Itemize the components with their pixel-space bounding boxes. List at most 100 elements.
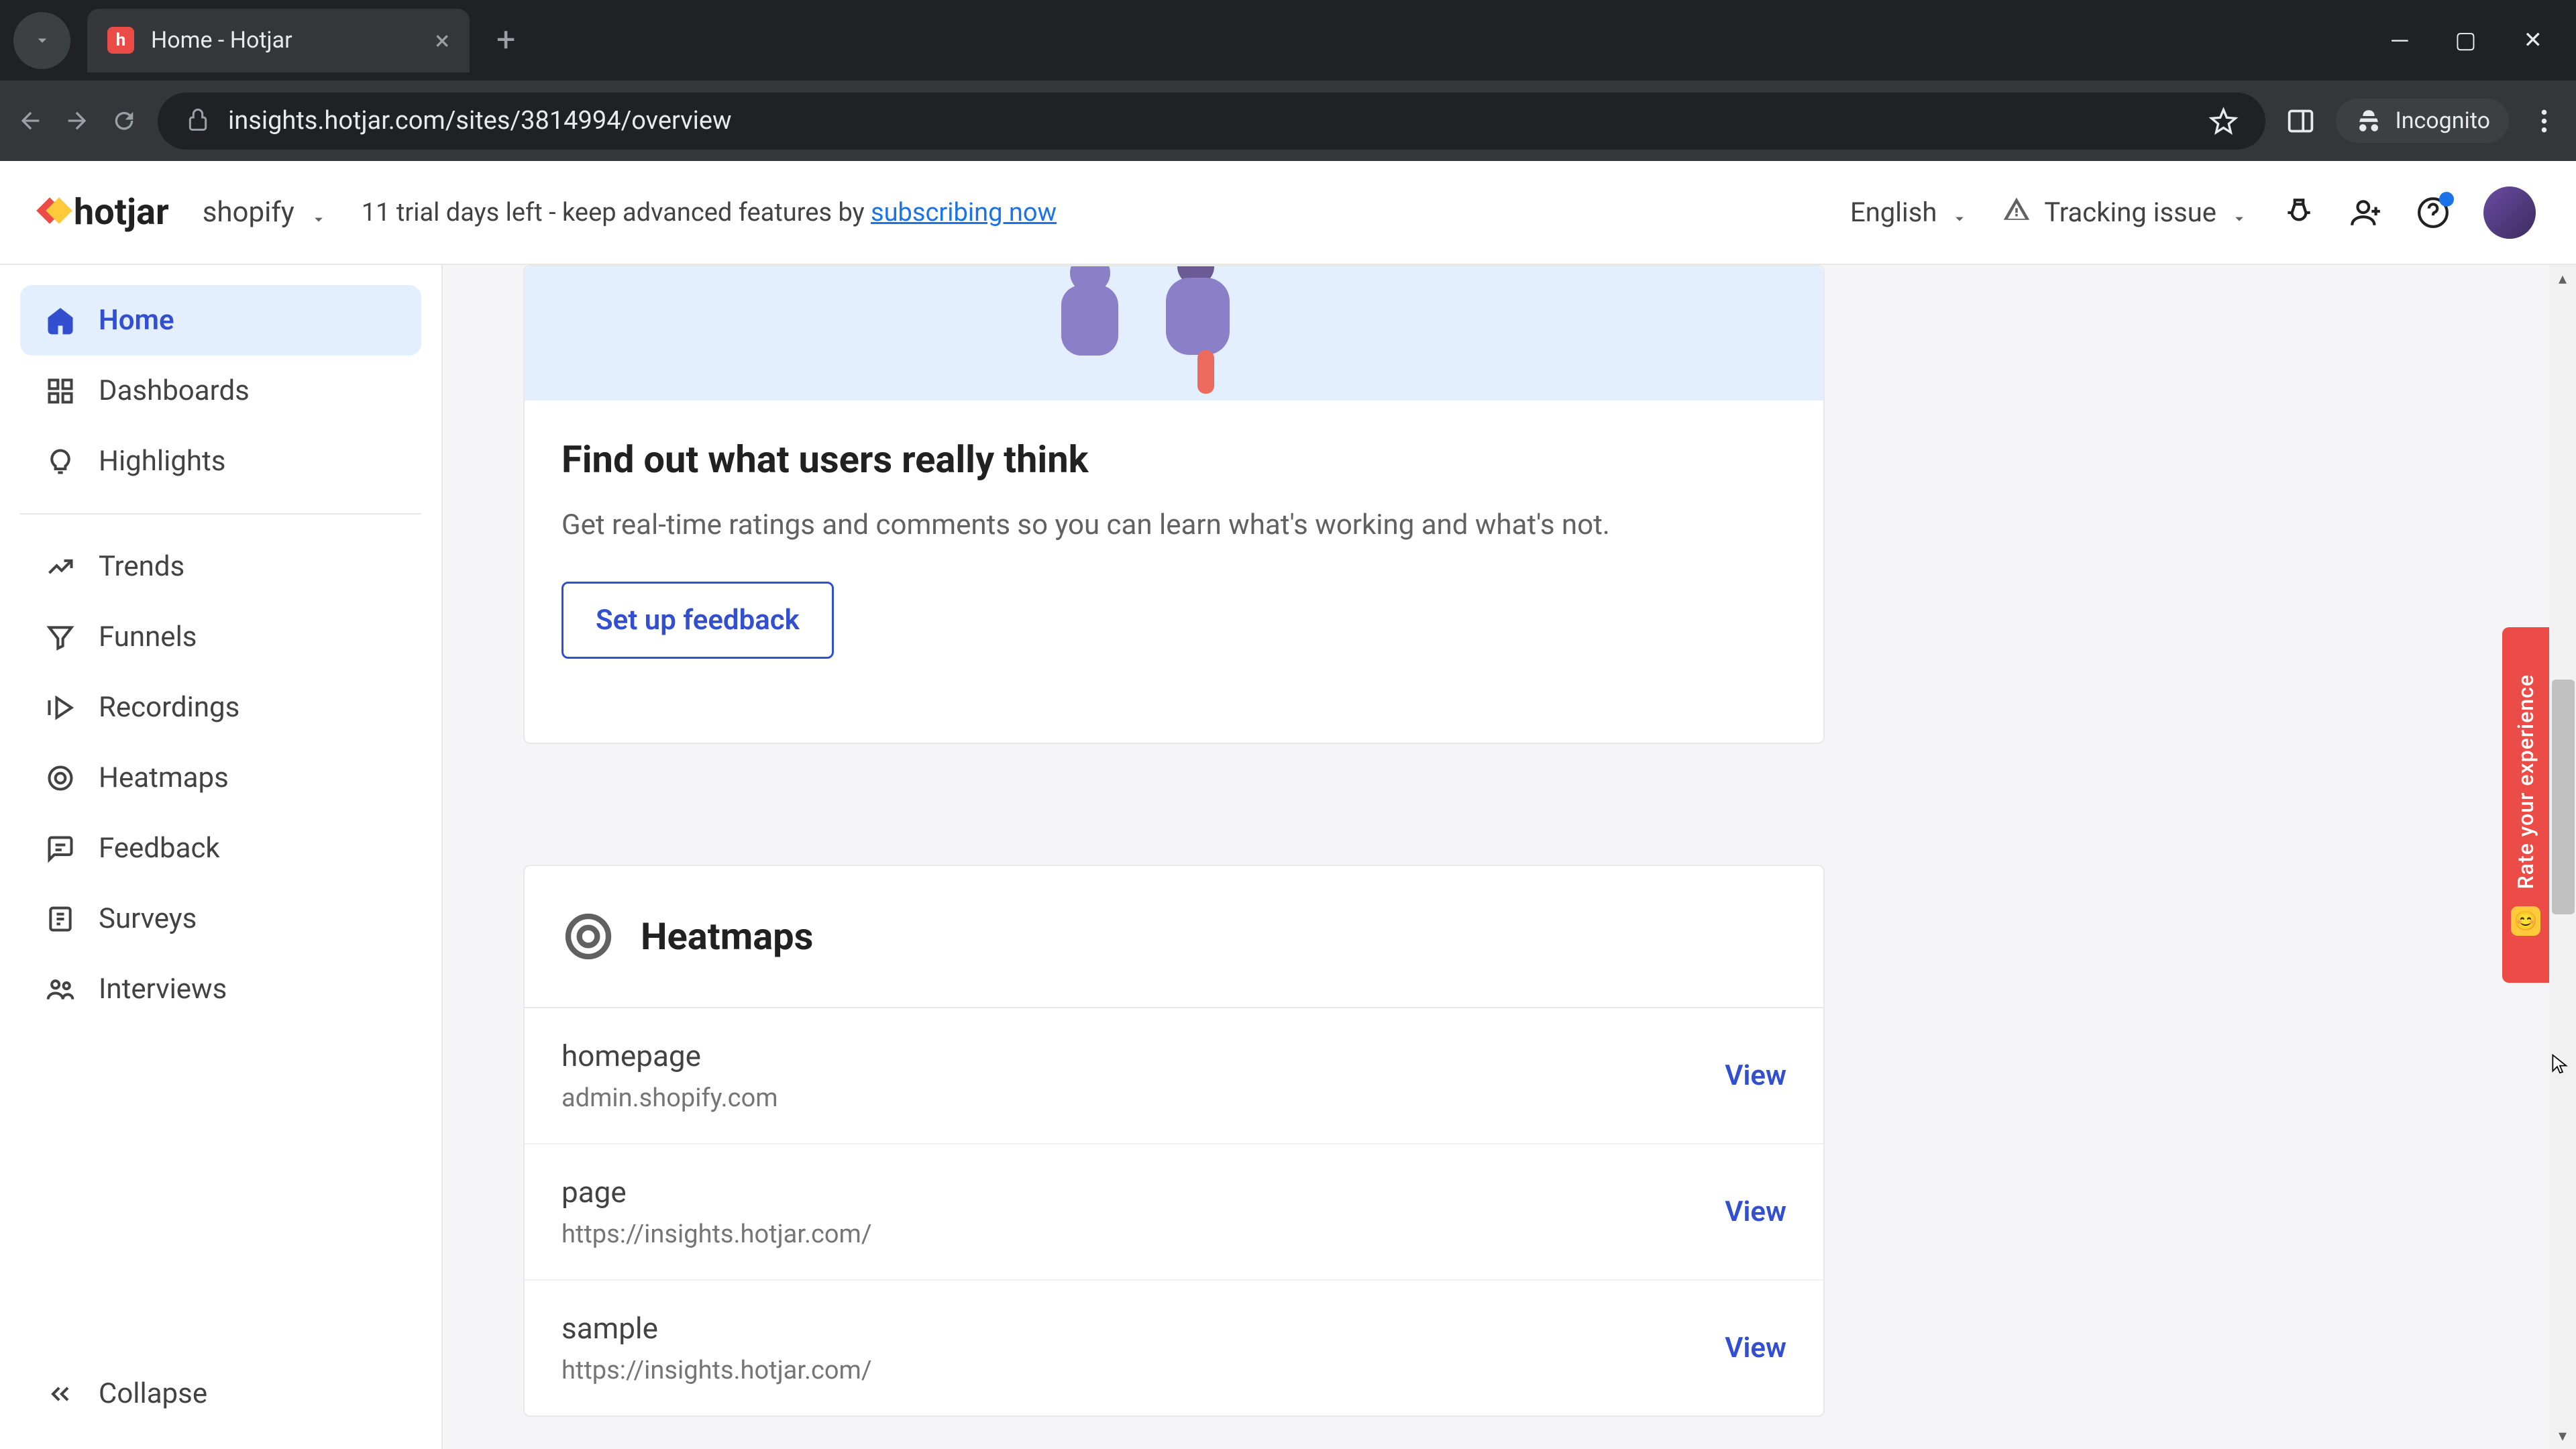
close-tab-icon[interactable]: ×	[435, 25, 449, 56]
app-root: hotjar shopify 11 trial days left - keep…	[0, 161, 2576, 1449]
sidebar-item-label: Interviews	[99, 973, 227, 1006]
browser-menu-icon[interactable]	[2529, 106, 2559, 136]
sidebar-item-label: Trends	[99, 550, 184, 583]
subscribe-link[interactable]: subscribing now	[871, 198, 1057, 227]
rate-experience-tab[interactable]: Rate your experience 😊	[2502, 627, 2549, 983]
back-button[interactable]	[17, 107, 44, 134]
heatmap-row: page https://insights.hotjar.com/ View	[525, 1144, 1823, 1281]
dashboard-icon	[46, 376, 75, 406]
chevron-down-icon	[309, 203, 328, 222]
emoji-icon: 😊	[2511, 906, 2540, 936]
heatmap-row: homepage admin.shopify.com View	[525, 1008, 1823, 1144]
browser-titlebar: h Home - Hotjar × + ─ ▢ ✕	[0, 0, 2576, 80]
side-panel-icon[interactable]	[2286, 106, 2316, 136]
avatar[interactable]	[2483, 186, 2536, 239]
trends-icon	[46, 552, 75, 582]
sidebar: Home Dashboards Highlights Trends Funnel…	[0, 265, 443, 1449]
heatmap-url: admin.shopify.com	[561, 1083, 778, 1113]
view-heatmap-link[interactable]: View	[1725, 1195, 1786, 1228]
view-heatmap-link[interactable]: View	[1725, 1332, 1786, 1364]
sidebar-item-label: Home	[99, 304, 174, 337]
logo[interactable]: hotjar	[40, 191, 169, 233]
sidebar-item-label: Heatmaps	[99, 761, 229, 794]
heatmap-url: https://insights.hotjar.com/	[561, 1356, 872, 1385]
heatmap-name: sample	[561, 1311, 872, 1346]
chevron-down-icon	[1950, 203, 1969, 222]
scrollbar-thumb[interactable]	[2552, 680, 2575, 914]
trial-text: 11 trial days left - keep advanced featu…	[362, 198, 871, 227]
heatmaps-icon	[46, 763, 75, 793]
feedback-subtitle: Get real-time ratings and comments so yo…	[561, 508, 1786, 541]
lightbulb-icon	[46, 447, 75, 476]
heatmap-name: homepage	[561, 1038, 778, 1073]
funnel-icon	[46, 623, 75, 652]
integrations-icon[interactable]	[2282, 196, 2316, 229]
sidebar-item-dashboards[interactable]: Dashboards	[20, 356, 421, 426]
forward-button[interactable]	[64, 107, 91, 134]
home-icon	[46, 306, 75, 335]
feedback-card: Find out what users really think Get rea…	[523, 265, 1825, 744]
chevron-down-icon	[2230, 203, 2249, 222]
bookmark-icon[interactable]	[2208, 106, 2239, 136]
app-topbar: hotjar shopify 11 trial days left - keep…	[0, 161, 2576, 265]
sidebar-item-recordings[interactable]: Recordings	[20, 672, 421, 743]
language-selector[interactable]: English	[1850, 197, 1969, 228]
site-settings-icon[interactable]	[184, 107, 211, 134]
tab-search-dropdown[interactable]	[13, 12, 70, 69]
sidebar-item-funnels[interactable]: Funnels	[20, 602, 421, 672]
trial-banner: 11 trial days left - keep advanced featu…	[362, 198, 1057, 227]
recordings-icon	[46, 693, 75, 722]
window-controls: ─ ▢ ✕	[2392, 27, 2576, 54]
tab-title: Home - Hotjar	[151, 27, 292, 54]
close-window-icon[interactable]: ✕	[2524, 27, 2543, 54]
heatmaps-card: Heatmaps homepage admin.shopify.com View…	[523, 865, 1825, 1417]
sidebar-item-trends[interactable]: Trends	[20, 531, 421, 602]
scrollbar[interactable]: ▴ ▾	[2549, 265, 2576, 1449]
sidebar-item-heatmaps[interactable]: Heatmaps	[20, 743, 421, 813]
heatmaps-icon	[561, 910, 615, 963]
logo-text: hotjar	[74, 191, 169, 233]
reload-button[interactable]	[111, 107, 138, 134]
setup-feedback-button[interactable]: Set up feedback	[561, 582, 834, 659]
rate-experience-label: Rate your experience	[2513, 674, 2538, 889]
feedback-icon	[46, 834, 75, 863]
scroll-up-icon[interactable]: ▴	[2549, 265, 2576, 292]
url-field[interactable]: insights.hotjar.com/sites/3814994/overvi…	[158, 93, 2265, 150]
new-tab-button[interactable]: +	[496, 21, 515, 60]
favicon-icon: h	[107, 27, 134, 54]
browser-tab[interactable]: h Home - Hotjar ×	[87, 9, 470, 72]
site-selector[interactable]: shopify	[203, 196, 328, 229]
language-label: English	[1850, 197, 1937, 228]
incognito-label: Incognito	[2395, 107, 2490, 134]
maximize-icon[interactable]: ▢	[2455, 27, 2476, 54]
sidebar-item-highlights[interactable]: Highlights	[20, 426, 421, 496]
sidebar-item-home[interactable]: Home	[20, 285, 421, 356]
tracking-status[interactable]: Tracking issue	[2002, 195, 2249, 230]
app-body: Home Dashboards Highlights Trends Funnel…	[0, 265, 2576, 1449]
heatmap-row: sample https://insights.hotjar.com/ View	[525, 1281, 1823, 1415]
sidebar-item-feedback[interactable]: Feedback	[20, 813, 421, 883]
help-icon[interactable]	[2416, 196, 2450, 229]
site-name: shopify	[203, 196, 294, 229]
heatmap-name: page	[561, 1175, 872, 1210]
view-heatmap-link[interactable]: View	[1725, 1059, 1786, 1092]
sidebar-item-label: Feedback	[99, 832, 220, 865]
sidebar-item-label: Highlights	[99, 445, 225, 478]
main-content[interactable]: Find out what users really think Get rea…	[443, 265, 2576, 1449]
minimize-icon[interactable]: ─	[2392, 27, 2408, 54]
sidebar-item-interviews[interactable]: Interviews	[20, 954, 421, 1024]
divider	[20, 513, 421, 515]
illustration-icon	[1033, 266, 1315, 400]
sidebar-item-label: Surveys	[99, 902, 197, 935]
sidebar-item-label: Dashboards	[99, 374, 250, 407]
logo-mark-icon	[40, 200, 66, 225]
scroll-down-icon[interactable]: ▾	[2549, 1422, 2576, 1449]
browser-address-bar: insights.hotjar.com/sites/3814994/overvi…	[0, 80, 2576, 161]
incognito-badge[interactable]: Incognito	[2336, 99, 2509, 143]
collapse-sidebar[interactable]: Collapse	[20, 1358, 421, 1429]
feedback-hero	[525, 266, 1823, 400]
sidebar-item-surveys[interactable]: Surveys	[20, 883, 421, 954]
heatmaps-header: Heatmaps	[525, 866, 1823, 1008]
invite-user-icon[interactable]	[2349, 196, 2383, 229]
heatmap-url: https://insights.hotjar.com/	[561, 1220, 872, 1249]
